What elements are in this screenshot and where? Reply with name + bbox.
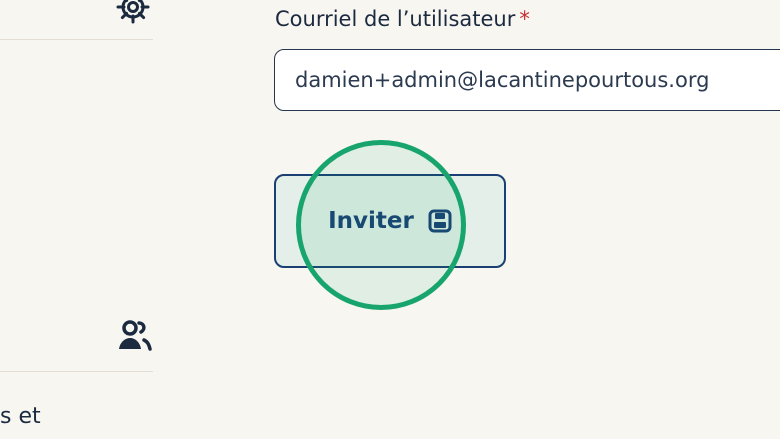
sidebar-divider [0, 39, 153, 40]
invite-button-label: Inviter [328, 208, 414, 234]
users-icon[interactable] [114, 316, 154, 356]
invite-button[interactable]: Inviter [274, 174, 506, 268]
email-field[interactable] [274, 49, 780, 111]
gear-icon[interactable] [116, 0, 150, 24]
email-field-label: Courriel de l’utilisateur * [275, 7, 530, 31]
save-icon [428, 209, 452, 233]
required-marker: * [519, 7, 530, 31]
email-label-text: Courriel de l’utilisateur [275, 7, 516, 31]
sidebar-divider [0, 371, 153, 372]
user-invite-page: s et Courriel de l’utilisateur* Inviter [0, 0, 780, 439]
sidebar-partial-text: s et [0, 404, 41, 429]
